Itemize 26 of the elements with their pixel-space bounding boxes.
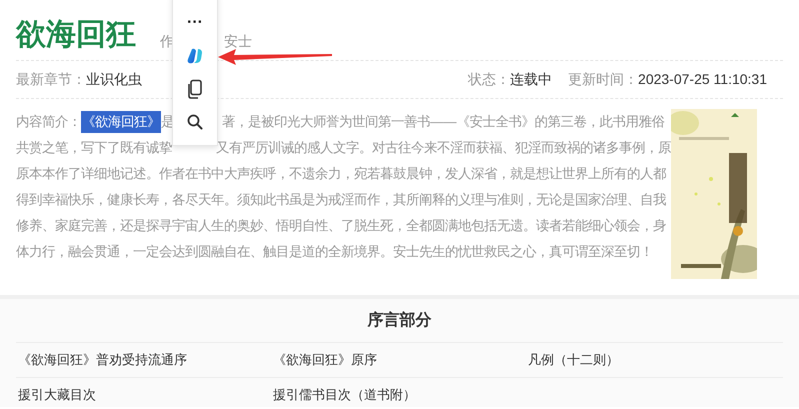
intro-text: 体力行，融会贯通，一定会达到圆融自在、触目是道的全新境界。安士先生的忧世救民之心，真可谓至深至切！ — [16, 243, 653, 261]
chapter-link[interactable]: 《欲海回狂》原序 — [271, 350, 526, 370]
intro-text: 是 — [161, 113, 174, 131]
author-label: 作 — [160, 32, 174, 51]
author-name: 安士 — [224, 32, 252, 51]
latest-chapter-label: 最新章节： — [16, 70, 86, 89]
updated-time: 2023-07-25 11:10:31 — [638, 70, 767, 89]
updated-label: 更新时间： — [568, 70, 638, 89]
intro-text: 原本本作了详细地记述。作者在书中大声疾呼，不遗余力，宛若暮鼓晨钟，发人深省，就是想让世界上所有的人都 — [16, 165, 666, 183]
intro-text: 修养、家庭完善，还是探寻宇宙人生的奥妙、悟明自性、了脱生死，全都圆满地包括无遗。读者若能细心领会，身 — [16, 217, 666, 235]
chapter-link[interactable]: 援引儒书目次（道书附） — [271, 385, 526, 405]
chapter-link[interactable]: 援引大藏目次 — [16, 385, 271, 405]
status-value: 连载中 — [510, 70, 552, 89]
chapter-link[interactable]: 《欲海回狂》普劝受持流通序 — [16, 350, 271, 370]
chapter-link[interactable]: 凡例（十二则） — [526, 350, 781, 370]
intro-text: 得到幸福快乐，健康长寿，各尽天年。须知此书虽是为戒淫而作，其所阐释的义理与准则，无论是国家治理、自我 — [16, 191, 666, 209]
intro-text: 又有严厉训诫的感人文字。对古往今来不淫而获福、犯淫而致祸的诸多事例，原 — [216, 139, 671, 157]
intro-text: 著，是被印光大师誉为世间第一善书——《安士全书》的第三卷，此书用雅俗 — [222, 113, 665, 131]
latest-chapter-link[interactable]: 业识化虫 — [86, 69, 142, 90]
book-title-highlight[interactable]: 《欲海回狂》 — [81, 111, 161, 133]
intro-label: 内容简介： — [16, 113, 81, 131]
intro-text: 共赏之笔，写下了既有诚挚 — [16, 139, 172, 157]
more-button[interactable]: ··· — [184, 13, 206, 33]
section-title: 序言部分 — [16, 299, 783, 343]
status-label: 状态： — [468, 70, 510, 89]
book-title: 欲海回狂 — [16, 17, 136, 53]
